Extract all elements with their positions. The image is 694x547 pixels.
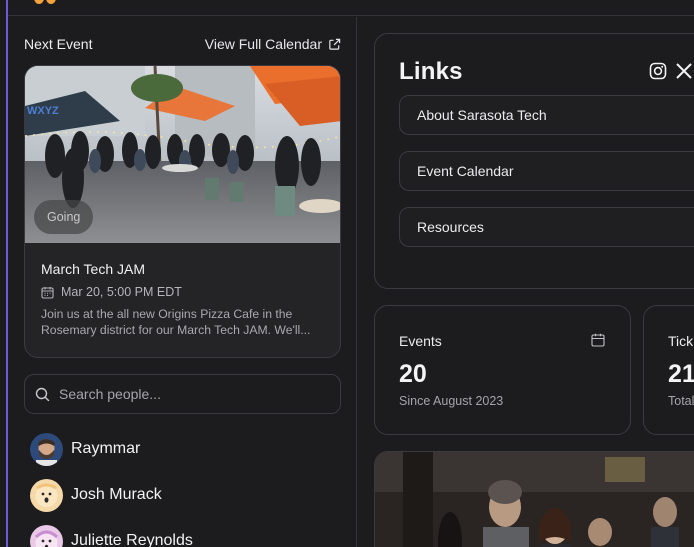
left-column: Next Event View Full Calendar WXYZ Going… <box>8 17 357 547</box>
link-about-sarasota-tech[interactable]: About Sarasota Tech <box>399 95 694 135</box>
avatar <box>30 524 63 547</box>
avatar <box>30 478 63 512</box>
view-full-calendar-link[interactable]: View Full Calendar <box>205 36 341 52</box>
list-item[interactable]: Juliette Reynolds <box>30 518 330 547</box>
accent-rail <box>0 0 8 547</box>
event-card[interactable]: WXYZ Going March Tech JAM Mar 20, 5:00 P… <box>24 65 341 358</box>
event-photo: WXYZ Going <box>25 66 340 243</box>
tickets-stat-card: Tick 21 Total <box>643 305 694 435</box>
x-icon[interactable] <box>675 62 693 80</box>
stat-label: Events <box>399 333 442 349</box>
next-event-header: Next Event View Full Calendar <box>24 35 341 53</box>
stat-value: 21 <box>668 360 694 388</box>
search-icon <box>35 387 50 401</box>
list-item[interactable]: Josh Murack <box>30 472 330 518</box>
links-card: Links About Sarasota Tech Event Calendar… <box>374 33 694 289</box>
event-date-text: Mar 20, 5:00 PM EDT <box>61 285 182 299</box>
instagram-icon[interactable] <box>649 62 667 80</box>
stat-subtitle: Since August 2023 <box>399 394 504 408</box>
links-title: Links <box>399 58 463 85</box>
calendar-icon <box>41 286 54 299</box>
external-link-icon <box>329 38 341 50</box>
logo[interactable] <box>34 0 60 6</box>
link-resources[interactable]: Resources <box>399 207 694 247</box>
avatar <box>30 432 63 466</box>
event-details: March Tech JAM Mar 20, 5:00 PM EDT Join … <box>41 261 331 338</box>
person-name: Raymmar <box>71 440 141 457</box>
calendar-icon <box>591 333 605 347</box>
link-event-calendar[interactable]: Event Calendar <box>399 151 694 191</box>
event-photo-card[interactable] <box>374 451 694 547</box>
search-people-box[interactable] <box>24 374 341 414</box>
top-bar <box>0 0 694 16</box>
search-input[interactable] <box>59 386 319 402</box>
view-full-calendar-label: View Full Calendar <box>204 36 322 52</box>
events-stat-card: Events 20 Since August 2023 <box>374 305 631 435</box>
social-links <box>649 62 693 80</box>
person-name: Juliette Reynolds <box>71 532 193 547</box>
going-badge: Going <box>34 200 94 234</box>
event-description: Join us at the all new Origins Pizza Caf… <box>41 306 331 338</box>
stat-value: 20 <box>399 360 427 388</box>
stat-label: Tick <box>668 333 694 349</box>
page: Next Event View Full Calendar WXYZ Going… <box>0 0 694 547</box>
svg-text:WXYZ: WXYZ <box>27 105 59 117</box>
event-description-line: Join us at the all new Origins Pizza Caf… <box>41 307 293 321</box>
event-title: March Tech JAM <box>41 261 145 277</box>
people-list: Raymmar Josh Murack Juliette Reynolds <box>30 426 330 547</box>
event-date: Mar 20, 5:00 PM EDT <box>41 285 331 299</box>
list-item[interactable]: Raymmar <box>30 426 330 472</box>
next-event-heading: Next Event <box>24 36 93 52</box>
stat-subtitle: Total <box>668 394 694 408</box>
event-description-line: Rosemary district for our March Tech JAM… <box>41 323 311 337</box>
person-name: Josh Murack <box>71 486 162 503</box>
